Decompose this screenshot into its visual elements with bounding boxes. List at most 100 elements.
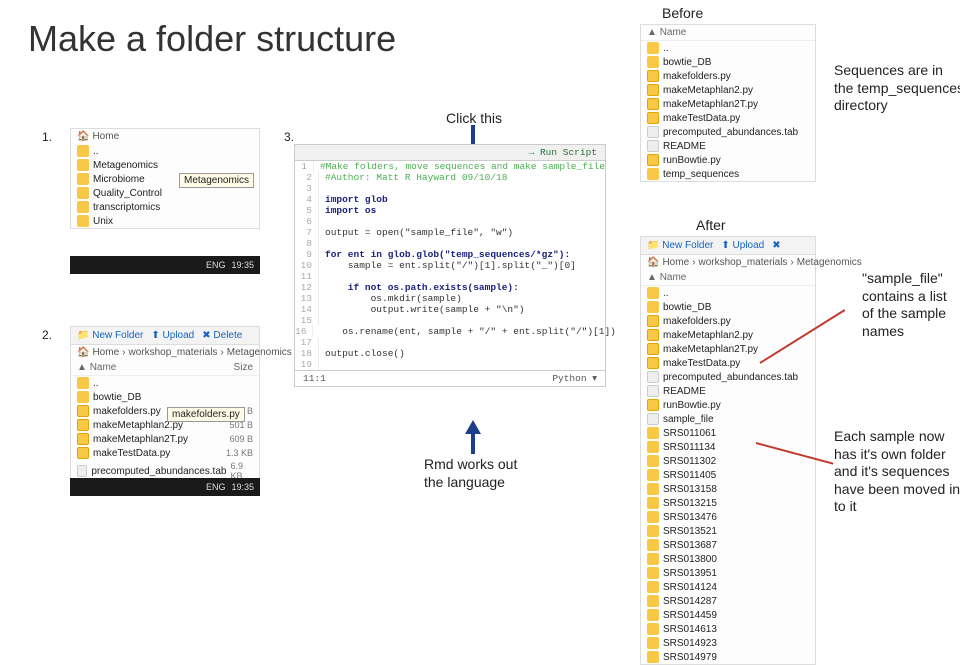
list-item[interactable]: SRS014923 (641, 636, 815, 650)
breadcrumb: 🏠 Home › workshop_materials › Metagenomi… (641, 255, 815, 270)
list-item[interactable]: SRS013687 (641, 538, 815, 552)
list-item[interactable]: sample_file (641, 412, 815, 426)
folder-icon (647, 42, 659, 54)
language-indicator[interactable]: Python ▾ (552, 373, 597, 384)
list-item[interactable]: makeMetaphlan2T.py609 B (71, 432, 259, 446)
delete-button[interactable]: ✖ Delete (202, 330, 242, 341)
list-item[interactable]: makeMetaphlan2.py (641, 83, 815, 97)
sample-file-callout: "sample_file" contains a list of the sam… (862, 270, 960, 340)
list-item[interactable]: SRS011061 (641, 426, 815, 440)
file-name: precomputed_abundances.tab (91, 466, 226, 477)
list-item[interactable]: README (641, 384, 815, 398)
list-item[interactable]: SRS011405 (641, 468, 815, 482)
file-name: SRS013158 (663, 484, 809, 495)
list-item[interactable]: SRS013800 (641, 552, 815, 566)
up-row[interactable]: .. (71, 144, 259, 158)
bc-meta: Metagenomics (797, 257, 862, 268)
file-icon (77, 159, 89, 171)
file-name: makeMetaphlan2T.py (663, 99, 809, 110)
taskbar-2: ENG 19:35 (70, 478, 260, 496)
code-editor: → Run Script 1#Make folders, move sequen… (294, 144, 606, 387)
code-line: 11 (295, 271, 605, 282)
list-item[interactable]: Unix (71, 214, 259, 228)
file-icon (77, 201, 89, 213)
list-item[interactable]: SRS011302 (641, 454, 815, 468)
list-item[interactable]: makefolders.py (641, 314, 815, 328)
file-icon (77, 173, 89, 185)
list-item[interactable]: SRS014287 (641, 594, 815, 608)
sequences-location-callout: Sequences are in the temp_sequences dire… (834, 62, 960, 115)
folder-icon (77, 145, 89, 157)
list-item[interactable]: makeTestData.py (641, 356, 815, 370)
file-name: makeMetaphlan2.py (663, 85, 809, 96)
upload-button[interactable]: ⬆ Upload (151, 330, 194, 341)
list-item[interactable]: bowtie_DB (71, 390, 259, 404)
list-item[interactable]: bowtie_DB (641, 55, 815, 69)
file-name: Unix (93, 216, 253, 227)
code-line: 19 (295, 359, 605, 370)
upload-button[interactable]: ⬆ Upload (721, 240, 764, 251)
bc-home: Home (662, 257, 689, 268)
slide-title: Make a folder structure (28, 18, 396, 60)
new-folder-button[interactable]: 📁 New Folder (647, 240, 713, 251)
list-item[interactable]: makeTestData.py1.3 KB (71, 446, 259, 460)
after-label: After (696, 217, 726, 233)
list-item[interactable]: precomputed_abundances.tab (641, 125, 815, 139)
list-item[interactable]: runBowtie.py (641, 398, 815, 412)
list-item[interactable]: SRS014459 (641, 608, 815, 622)
list-item[interactable]: README (641, 139, 815, 153)
list-item[interactable]: makefolders.py (641, 69, 815, 83)
list-item[interactable]: SRS013476 (641, 510, 815, 524)
list-item[interactable]: SRS013951 (641, 566, 815, 580)
rmd-callout: Rmd works out the language (424, 456, 534, 491)
code-line: 18output.close() (295, 348, 605, 359)
file-name: SRS013521 (663, 526, 809, 537)
run-script-button[interactable]: → Run Script (529, 147, 597, 158)
list-item[interactable]: SRS014979 (641, 650, 815, 664)
file-name: SRS011061 (663, 428, 809, 439)
up-row[interactable]: .. (641, 41, 815, 55)
code-line: 2#Author: Matt R Hayward 09/10/18 (295, 172, 605, 183)
file-icon (77, 391, 89, 403)
col-name: Name (660, 27, 687, 38)
file-name: makefolders.py (663, 316, 809, 327)
before-label: Before (662, 5, 703, 21)
list-item[interactable]: precomputed_abundances.tab (641, 370, 815, 384)
file-icon (647, 525, 659, 537)
file-icon (77, 433, 89, 445)
up-row[interactable]: .. (641, 286, 815, 300)
list-item[interactable]: transcriptomics (71, 200, 259, 214)
code-line: 4import glob (295, 194, 605, 205)
list-item[interactable]: temp_sequences (641, 167, 815, 181)
file-icon (647, 301, 659, 313)
breadcrumb-home: Home (92, 131, 119, 142)
delete-button[interactable]: ✖ (772, 240, 780, 251)
list-item[interactable]: makeTestData.py (641, 111, 815, 125)
file-icon (77, 419, 89, 431)
file-name: bowtie_DB (663, 57, 809, 68)
file-icon (77, 215, 89, 227)
file-icon (647, 651, 659, 663)
file-name: makeMetaphlan2T.py (93, 434, 225, 445)
file-icon (647, 413, 659, 425)
file-icon (77, 447, 89, 459)
file-icon (647, 581, 659, 593)
list-item[interactable]: SRS014613 (641, 622, 815, 636)
up-label: .. (663, 288, 669, 299)
folder-icon (647, 287, 659, 299)
new-folder-button[interactable]: 📁 New Folder (77, 330, 143, 341)
list-item[interactable]: bowtie_DB (641, 300, 815, 314)
code-line: 8 (295, 238, 605, 249)
list-item[interactable]: makeMetaphlan2T.py (641, 97, 815, 111)
list-item[interactable]: SRS013158 (641, 482, 815, 496)
list-item[interactable]: SRS014124 (641, 580, 815, 594)
list-item[interactable]: runBowtie.py (641, 153, 815, 167)
list-item[interactable]: makeMetaphlan2.py (641, 328, 815, 342)
toolbar: 📁 New Folder ⬆ Upload ✖ (641, 237, 815, 255)
list-item[interactable]: Quality_Control (71, 186, 259, 200)
file-icon (647, 315, 659, 327)
list-item[interactable]: SRS013215 (641, 496, 815, 510)
list-item[interactable]: SRS013521 (641, 524, 815, 538)
up-row[interactable]: .. (71, 376, 259, 390)
list-item[interactable]: Metagenomics (71, 158, 259, 172)
